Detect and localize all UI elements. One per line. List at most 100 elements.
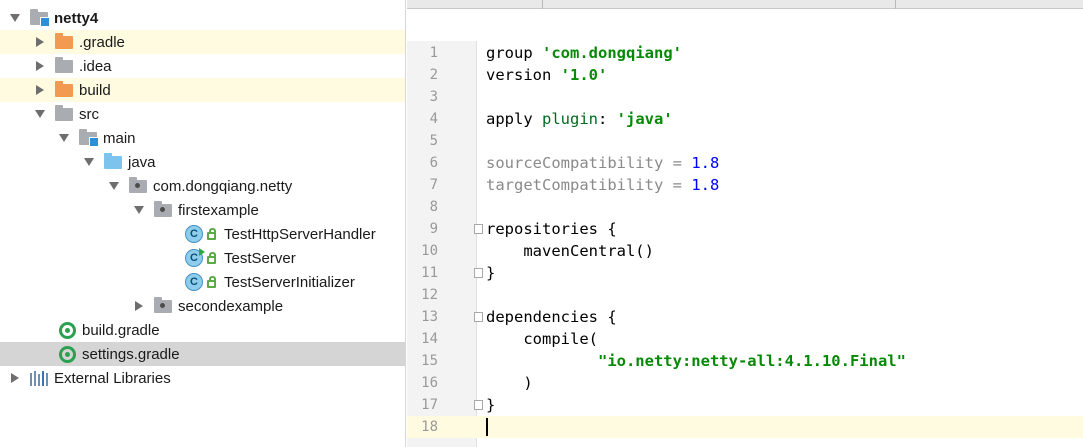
code-token: targetCompatibility [486,176,664,194]
tree-item-testserverinitializer[interactable]: C TestServerInitializer [0,270,405,294]
gradle-file-icon [59,321,76,339]
tree-item-label: src [79,105,99,123]
chevron-down-icon[interactable] [35,110,45,118]
code-token: } [486,396,496,414]
code-token: dependencies { [486,308,617,326]
line-number: 11 [421,265,438,281]
tree-item-secondexample[interactable]: secondexample [0,294,405,318]
gradle-file-icon [59,345,76,363]
tree-item-label: secondexample [178,297,284,315]
code-token: 'java' [616,110,673,128]
code-token: : [598,110,617,128]
chevron-right-icon[interactable] [36,85,44,95]
module-folder-icon [30,8,50,27]
code-line[interactable]: 8 [407,196,1083,218]
code-token: } [486,264,496,282]
tree-root-netty4[interactable]: netty4 [0,6,405,30]
code-line[interactable]: 3 [407,86,1083,108]
fold-marker-icon[interactable] [474,268,483,278]
code-token: compile( [486,330,598,348]
chevron-right-icon[interactable] [36,61,44,71]
code-line[interactable]: 13 dependencies { [407,306,1083,328]
code-token: repositories { [486,220,617,238]
code-line[interactable]: 16 ) [407,372,1083,394]
project-tree-panel: netty4 .gradle .idea build src main java… [0,0,406,447]
code-line[interactable]: 17 } [407,394,1083,416]
code-editor[interactable]: 1 group 'com.dongqiang' 2 version '1.0' … [407,0,1083,447]
chevron-down-icon[interactable] [84,158,94,166]
code-token: 'com.dongqiang' [542,44,682,62]
tree-item-testserver[interactable]: C TestServer [0,246,405,270]
tree-item-src[interactable]: src [0,102,405,126]
tree-item-label: .idea [79,57,112,75]
tree-item-label: TestHttpServerHandler [224,225,376,243]
code-line[interactable]: 4 apply plugin: 'java' [407,108,1083,130]
tree-item-label: .gradle [79,33,125,51]
tree-item-main[interactable]: main [0,126,405,150]
chevron-right-icon[interactable] [11,373,19,383]
code-line[interactable]: 11 } [407,262,1083,284]
chevron-right-icon[interactable] [135,301,143,311]
code-line[interactable]: 5 [407,130,1083,152]
code-line[interactable]: 6 sourceCompatibility = 1.8 [407,152,1083,174]
tree-item-external-libraries[interactable]: External Libraries [0,366,405,390]
chevron-down-icon[interactable] [109,182,119,190]
tree-item-idea-dir[interactable]: .idea [0,54,405,78]
line-number: 12 [421,287,438,303]
code-line[interactable]: 15 "io.netty:netty-all:4.1.10.Final" [407,350,1083,372]
line-number: 13 [421,309,438,325]
tree-item-label: firstexample [178,201,259,219]
fold-marker-icon[interactable] [474,224,483,234]
fold-marker-icon[interactable] [474,400,483,410]
line-number: 9 [429,221,438,237]
tree-item-label: java [128,153,156,171]
fold-marker-icon[interactable] [474,312,483,322]
line-number: 7 [429,177,438,193]
tree-item-gradle-dir[interactable]: .gradle [0,30,405,54]
code-line[interactable]: 12 [407,284,1083,306]
code-line-current[interactable]: 18 [407,416,1083,438]
tree-item-label: TestServerInitializer [224,273,355,291]
package-icon [129,176,147,193]
line-number: 14 [421,331,438,347]
chevron-down-icon[interactable] [59,134,69,142]
tree-item-package-root[interactable]: com.dongqiang.netty [0,174,405,198]
text-caret [486,418,488,436]
tree-item-testhttpserverhandler[interactable]: C TestHttpServerHandler [0,222,405,246]
tab-separator [542,0,543,9]
line-number: 16 [421,375,438,391]
code-token: version [486,66,561,84]
runnable-class-icon: C [185,248,205,267]
source-set-folder-icon [79,128,99,147]
code-line[interactable]: 7 targetCompatibility = 1.8 [407,174,1083,196]
tab-separator [895,0,896,9]
chevron-down-icon[interactable] [134,206,144,214]
code-line[interactable]: 1 group 'com.dongqiang' [407,42,1083,64]
chevron-down-icon[interactable] [10,14,20,22]
run-marker-icon [199,248,205,256]
line-number: 17 [421,397,438,413]
line-number: 8 [429,199,438,215]
tree-item-label: main [103,129,136,147]
tree-item-java[interactable]: java [0,150,405,174]
folder-excluded-icon [55,80,73,97]
lock-icon [207,276,216,288]
code-line[interactable]: 2 version '1.0' [407,64,1083,86]
line-number: 6 [429,155,438,171]
code-token: sourceCompatibility [486,154,664,172]
package-icon [154,296,172,313]
chevron-right-icon[interactable] [36,37,44,47]
code-line[interactable]: 10 mavenCentral() [407,240,1083,262]
code-token: "io.netty:netty-all:4.1.10.Final" [597,352,906,370]
libraries-icon [30,370,48,386]
tree-item-firstexample[interactable]: firstexample [0,198,405,222]
tree-item-build-gradle[interactable]: build.gradle [0,318,405,342]
source-root-folder-icon [104,152,122,169]
line-number: 18 [421,419,438,435]
tree-item-build-dir[interactable]: build [0,78,405,102]
line-number: 4 [429,111,438,127]
folder-icon [55,104,73,121]
tree-item-settings-gradle[interactable]: settings.gradle [0,342,405,366]
code-line[interactable]: 14 compile( [407,328,1083,350]
code-line[interactable]: 9 repositories { [407,218,1083,240]
